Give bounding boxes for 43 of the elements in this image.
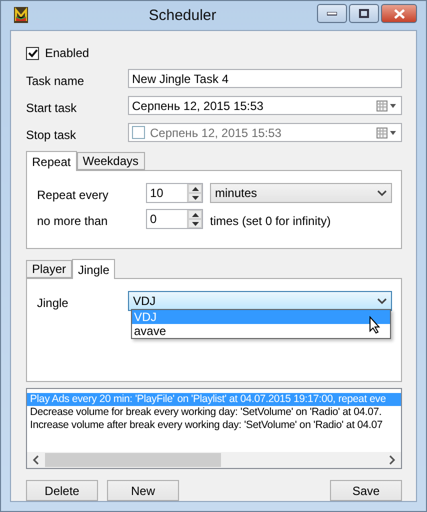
horizontal-scrollbar[interactable] bbox=[27, 452, 401, 468]
chevron-down-icon[interactable] bbox=[377, 298, 387, 304]
action-button[interactable]: Delete bbox=[26, 480, 98, 501]
enabled-checkbox[interactable]: Enabled bbox=[26, 41, 402, 65]
mouse-cursor-icon bbox=[369, 316, 381, 334]
field-label: Repeat every bbox=[37, 187, 110, 202]
tab[interactable]: Weekdays bbox=[76, 152, 145, 170]
dropdown-option[interactable]: avave bbox=[132, 324, 390, 338]
number-spinner[interactable]: 0 bbox=[146, 209, 203, 229]
chevron-down-icon[interactable] bbox=[377, 190, 387, 196]
date-picker[interactable]: Серпень 12, 2015 15:53 bbox=[128, 96, 402, 115]
field-label: Stop task bbox=[26, 126, 78, 142]
field-label: Start task bbox=[26, 100, 78, 114]
action-button[interactable]: New bbox=[107, 480, 179, 501]
tab[interactable]: Repeat bbox=[26, 151, 77, 171]
maximize-icon bbox=[359, 9, 369, 18]
app-logo-icon bbox=[14, 6, 28, 22]
close-icon bbox=[394, 8, 404, 18]
checkmark-icon bbox=[28, 48, 38, 58]
calendar-dropdown-icon[interactable] bbox=[376, 100, 398, 112]
hint-text: times (set 0 for infinity) bbox=[210, 213, 331, 228]
maximize-button[interactable] bbox=[349, 4, 379, 23]
list-item[interactable]: Decrease volume for break every working day: 'SetVolume' on 'Radio' at 04.07. bbox=[27, 406, 401, 419]
field-label: Jingle bbox=[37, 295, 70, 310]
list-item[interactable]: Increase volume after break every working day: 'SetVolume' on 'Radio' at 04.07 bbox=[27, 419, 401, 432]
number-spinner[interactable]: 10 bbox=[146, 183, 203, 203]
tab[interactable]: Jingle bbox=[72, 259, 116, 279]
spin-down-icon[interactable] bbox=[188, 219, 202, 228]
minimize-icon bbox=[327, 12, 337, 16]
field-label: Task name bbox=[26, 72, 86, 88]
jingle-dropdown[interactable]: VDJ bbox=[128, 291, 392, 311]
unit-dropdown[interactable]: minutes bbox=[210, 183, 392, 203]
text-field[interactable]: New Jingle Task 4 bbox=[128, 69, 402, 88]
spin-up-icon[interactable] bbox=[188, 184, 202, 193]
window-title: Scheduler bbox=[148, 7, 218, 24]
close-button[interactable] bbox=[381, 4, 417, 23]
field-label: no more than bbox=[37, 213, 109, 228]
minimize-button[interactable] bbox=[317, 4, 347, 23]
spin-down-icon[interactable] bbox=[188, 193, 202, 202]
spin-up-icon[interactable] bbox=[188, 210, 202, 219]
tab[interactable]: Player bbox=[26, 260, 72, 278]
scroll-thumb[interactable] bbox=[45, 453, 221, 467]
action-button[interactable]: Save bbox=[330, 480, 402, 501]
